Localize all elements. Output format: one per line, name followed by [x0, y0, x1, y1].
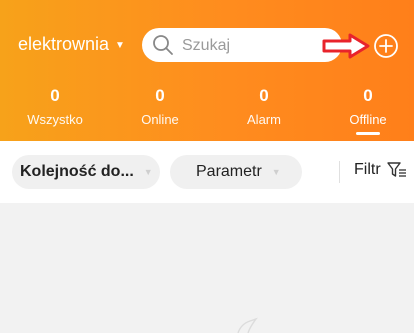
search-box[interactable]	[142, 28, 342, 62]
tab-offline[interactable]: 0 Offline	[328, 86, 408, 128]
tab-count: 0	[50, 86, 60, 105]
header-bar: elektrownia ▼ 0 Wszystko 0 Online 0 Alar…	[0, 0, 414, 141]
tab-online[interactable]: 0 Online	[120, 86, 200, 128]
parameter-dropdown-label: Parametr	[196, 163, 262, 180]
tab-label: Online	[141, 112, 179, 127]
site-selector-label: elektrownia	[18, 34, 110, 54]
filter-icon	[386, 162, 406, 177]
caret-down-icon: ▼	[143, 167, 153, 177]
sort-dropdown[interactable]: Kolejność do... ▼	[12, 155, 160, 189]
tab-wszystko[interactable]: 0 Wszystko	[15, 86, 95, 128]
divider	[339, 161, 340, 183]
filter-button-label: Filtr	[354, 161, 381, 178]
tab-count: 0	[363, 86, 373, 105]
filter-bar: Kolejność do... ▼ Parametr ▼ Filtr	[0, 141, 414, 203]
active-tab-indicator	[356, 132, 380, 135]
search-input[interactable]	[180, 34, 334, 58]
caret-down-icon: ▼	[115, 40, 125, 51]
tab-label: Wszystko	[27, 112, 83, 127]
status-tabs: 0 Wszystko 0 Online 0 Alarm 0 Offline	[0, 86, 414, 136]
tab-alarm[interactable]: 0 Alarm	[224, 86, 304, 128]
tab-label: Offline	[349, 112, 387, 127]
red-arrow-annotation	[322, 33, 370, 59]
device-list-empty	[0, 203, 414, 333]
tab-label: Alarm	[247, 112, 281, 127]
tab-count: 0	[155, 86, 165, 105]
sort-dropdown-label: Kolejność do...	[20, 163, 134, 180]
search-icon	[153, 35, 173, 55]
tab-count: 0	[259, 86, 269, 105]
caret-down-icon: ▼	[271, 167, 281, 177]
site-selector[interactable]: elektrownia ▼	[18, 34, 125, 55]
filter-button[interactable]: Filtr	[354, 161, 407, 179]
add-circle-icon[interactable]	[372, 32, 400, 60]
parameter-dropdown[interactable]: Parametr ▼	[170, 155, 302, 189]
empty-state-illustration	[237, 317, 258, 333]
